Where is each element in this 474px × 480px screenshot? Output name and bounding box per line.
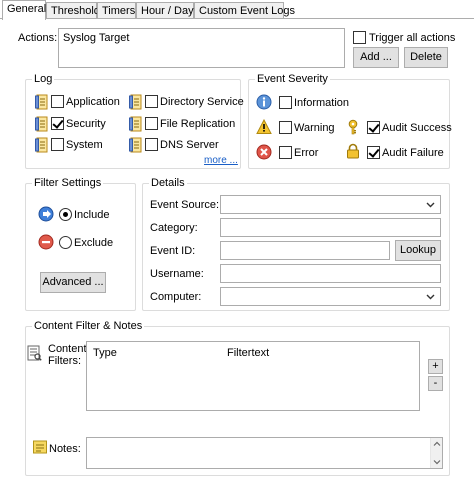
log-file-replication-label: File Replication [160, 118, 236, 130]
log-security-checkbox[interactable] [51, 117, 64, 130]
log-application-checkbox[interactable] [51, 95, 64, 108]
trigger-all-actions-checkbox[interactable] [353, 31, 366, 44]
username-label: Username: [150, 268, 204, 280]
include-radio[interactable] [59, 208, 72, 221]
event-log-icon [35, 94, 48, 110]
trigger-all-actions-label: Trigger all actions [369, 32, 456, 44]
lock-icon [347, 143, 359, 159]
advanced-button[interactable]: Advanced ... [40, 272, 106, 293]
lookup-button[interactable]: Lookup [395, 240, 441, 261]
event-log-icon [35, 137, 48, 153]
log-group-title: Log [32, 72, 55, 86]
info-icon [256, 94, 272, 110]
event-id-label: Event ID: [150, 245, 196, 257]
log-file-replication-checkbox[interactable] [145, 117, 158, 130]
severity-audit-failure-label: Audit Failure [382, 147, 444, 159]
exclude-label: Exclude [74, 237, 114, 249]
key-icon [348, 119, 358, 135]
filter-settings-group-title: Filter Settings [32, 176, 104, 190]
chevron-down-icon [426, 202, 435, 208]
log-dns-server-label: DNS Server [160, 139, 219, 151]
computer-select[interactable] [220, 287, 441, 306]
notes-textarea[interactable] [86, 437, 443, 469]
content-filters-table[interactable]: Type Filtertext [86, 341, 420, 411]
username-input[interactable] [220, 264, 441, 283]
tab-general[interactable]: General [2, 0, 46, 20]
delete-action-button[interactable]: Delete [404, 47, 448, 68]
filter-list-icon [27, 345, 42, 361]
include-arrow-icon [38, 206, 54, 222]
event-log-icon [129, 94, 142, 110]
log-dns-server-checkbox[interactable] [145, 138, 158, 151]
notes-label: Notes: [49, 443, 81, 455]
category-label: Category: [150, 222, 198, 234]
actions-label: Actions: [18, 32, 58, 44]
column-header-type[interactable]: Type [93, 346, 117, 360]
log-directory-service-label: Directory Service [160, 96, 244, 108]
column-header-filtertext[interactable]: Filtertext [227, 346, 269, 360]
computer-label: Computer: [150, 291, 202, 303]
severity-error-checkbox[interactable] [279, 146, 292, 159]
exclude-minus-icon [38, 234, 54, 250]
add-action-button[interactable]: Add ... [353, 47, 399, 68]
event-source-label: Event Source: [150, 199, 220, 211]
event-log-icon [129, 137, 142, 153]
warning-icon [256, 119, 272, 134]
log-security-label: Security [66, 118, 106, 130]
scroll-up-icon[interactable] [433, 440, 441, 448]
severity-information-checkbox[interactable] [279, 96, 292, 109]
log-system-checkbox[interactable] [51, 138, 64, 151]
details-group-title: Details [149, 176, 187, 190]
severity-information-label: Information [294, 97, 350, 109]
log-application-label: Application [66, 96, 120, 108]
tab-custom-event-logs[interactable]: Custom Event Logs [194, 2, 295, 19]
event-log-icon [35, 116, 48, 132]
exclude-radio[interactable] [59, 236, 72, 249]
include-label: Include [74, 209, 110, 221]
tab-threshold[interactable]: Threshold [46, 2, 100, 19]
add-filter-button[interactable]: + [428, 359, 443, 374]
log-directory-service-checkbox[interactable] [145, 95, 158, 108]
event-severity-group-title: Event Severity [255, 72, 330, 86]
severity-audit-success-label: Audit Success [382, 122, 452, 134]
severity-warning-label: Warning [294, 122, 335, 134]
severity-audit-success-checkbox[interactable] [367, 121, 380, 134]
error-icon [256, 144, 272, 160]
severity-warning-checkbox[interactable] [279, 121, 292, 134]
event-source-select[interactable] [220, 195, 441, 214]
event-log-icon [129, 116, 142, 132]
category-input[interactable] [220, 218, 441, 237]
content-filters-label-line2: Filters: [48, 355, 81, 367]
tab-timers[interactable]: Timers [97, 2, 136, 19]
scroll-down-icon[interactable] [433, 458, 441, 466]
notes-scrollbar[interactable] [430, 438, 442, 468]
remove-filter-button[interactable]: - [428, 376, 443, 391]
severity-audit-failure-checkbox[interactable] [367, 146, 380, 159]
event-id-input[interactable] [220, 241, 390, 260]
tab-strip: General Threshold Timers Hour / Day Cust… [0, 0, 474, 20]
more-logs-link[interactable]: more ... [204, 154, 238, 168]
notes-icon [33, 440, 47, 454]
log-system-label: System [66, 139, 103, 151]
content-filter-group-title: Content Filter & Notes [32, 319, 145, 333]
tab-hour-day[interactable]: Hour / Day [136, 2, 194, 19]
severity-error-label: Error [294, 147, 319, 159]
action-item[interactable]: Syslog Target [63, 31, 129, 45]
actions-list[interactable]: Syslog Target [58, 28, 345, 68]
chevron-down-icon [426, 294, 435, 300]
